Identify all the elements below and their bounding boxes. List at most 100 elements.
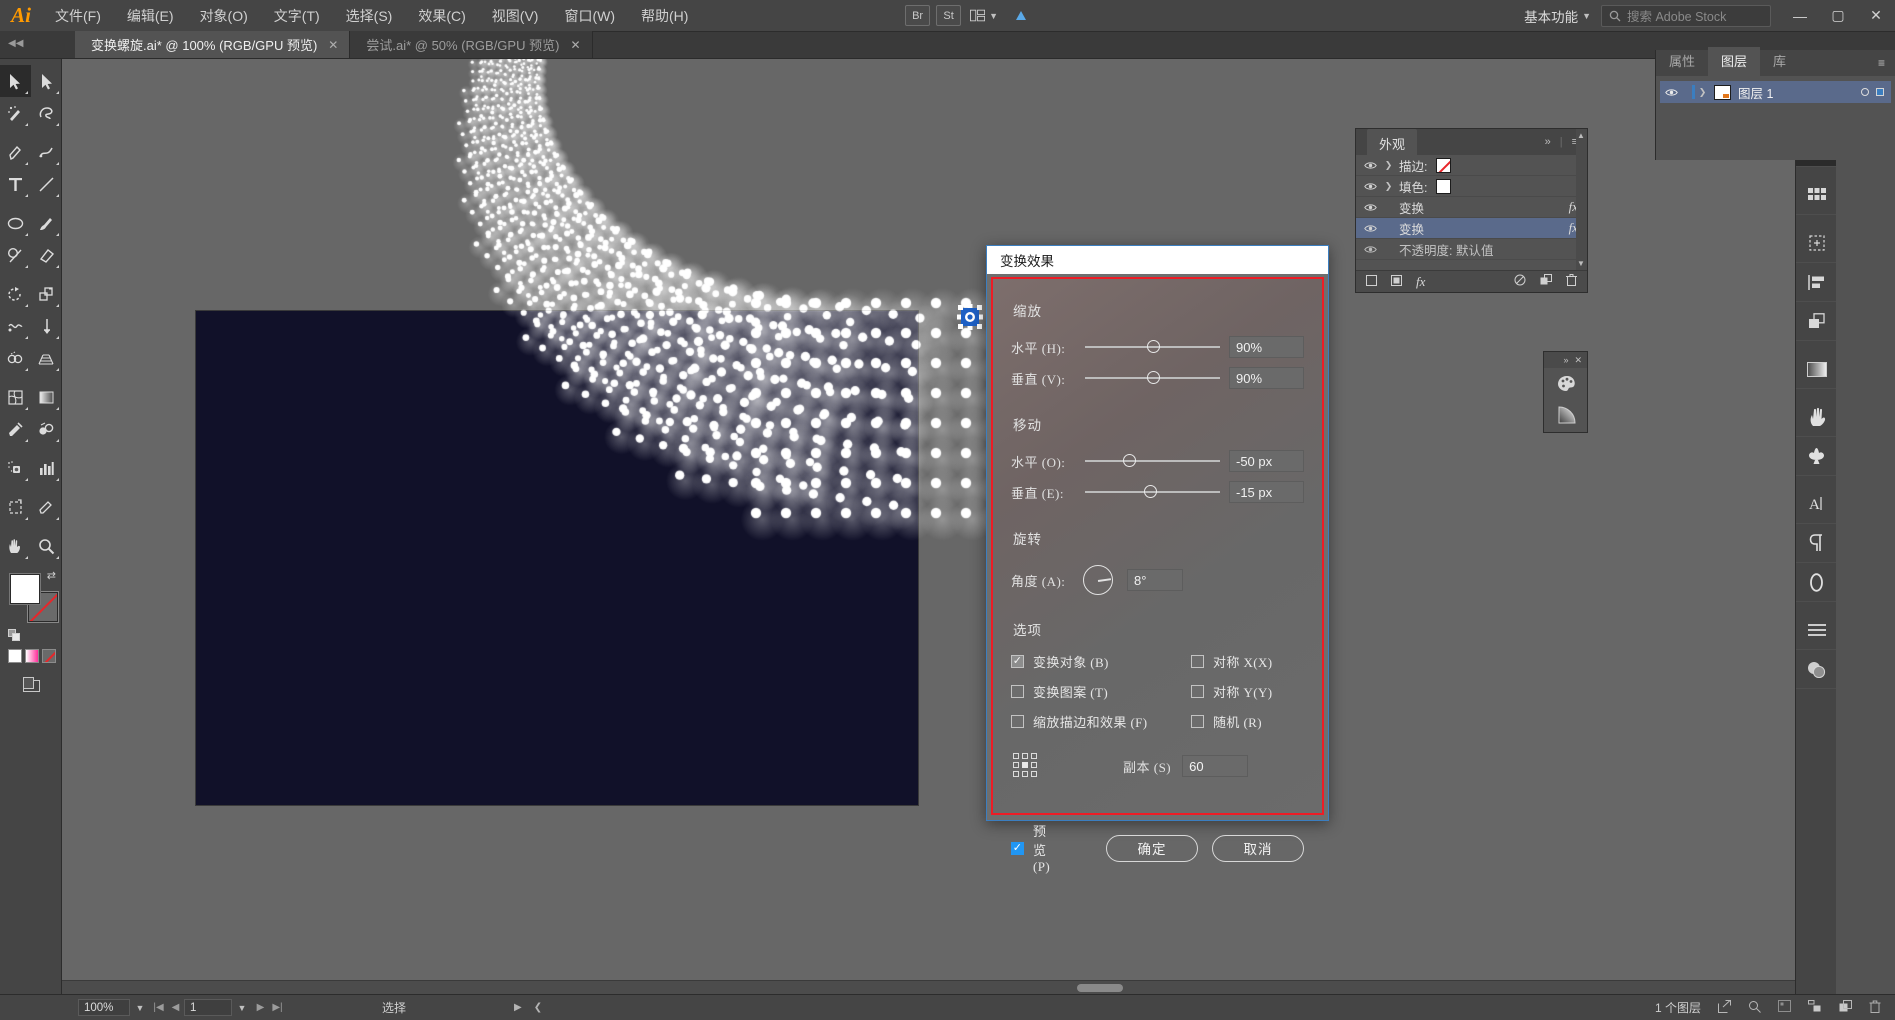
rotate-tool[interactable]: [0, 278, 31, 310]
color-gradient-mini-panel[interactable]: » ✕: [1543, 351, 1588, 433]
add-new-effect-icon[interactable]: fx: [1416, 274, 1425, 290]
visibility-eye-icon[interactable]: [1359, 224, 1381, 233]
expand-arrow-icon[interactable]: ❯: [1381, 181, 1396, 192]
move-slider-2[interactable]: [1085, 482, 1220, 502]
opacity-icon[interactable]: [1796, 563, 1837, 602]
perspective-grid-tool[interactable]: [31, 342, 62, 374]
close-tab-icon[interactable]: ✕: [328, 38, 338, 52]
artboard-dropdown-icon[interactable]: ▼: [232, 1003, 252, 1013]
visibility-eye-icon[interactable]: [1359, 182, 1381, 191]
appearance-row-4[interactable]: 变换 fx: [1356, 218, 1587, 239]
color-palette-icon[interactable]: [1544, 368, 1589, 399]
align-icon[interactable]: [1796, 263, 1837, 302]
menu-1[interactable]: 文件(F): [42, 0, 114, 32]
gradient-icon[interactable]: [1544, 399, 1589, 430]
document-tab-2[interactable]: 尝试.ai* @ 50% (RGB/GPU 预览) ✕: [350, 31, 593, 58]
copies-input[interactable]: 60: [1182, 755, 1249, 777]
symbol-sprayer-tool[interactable]: [0, 452, 31, 484]
move-input-2[interactable]: -15 px: [1229, 481, 1304, 503]
appearance-scrollbar[interactable]: ▲ ▼: [1576, 129, 1587, 292]
preview-checkbox-row[interactable]: 预览 (P): [1011, 821, 1054, 875]
fill-swatch[interactable]: [1436, 178, 1452, 194]
free-transform-tool[interactable]: [31, 310, 62, 342]
checkbox-box[interactable]: [1011, 685, 1024, 698]
mini-collapse-icon[interactable]: »: [1563, 355, 1568, 365]
document-tab-1[interactable]: 变换螺旋.ai* @ 100% (RGB/GPU 预览) ✕: [75, 31, 351, 58]
checkbox-box[interactable]: [1191, 715, 1204, 728]
checkbox-box[interactable]: [1011, 655, 1024, 668]
prev-page-icon[interactable]: ◀: [167, 1002, 184, 1013]
layer-expand-arrow-icon[interactable]: ❯: [1695, 87, 1710, 98]
magic-wand-tool[interactable]: [0, 97, 31, 129]
layer-visibility-icon[interactable]: [1660, 88, 1682, 97]
ok-button[interactable]: 确定: [1106, 834, 1198, 862]
move-input-1[interactable]: -50 px: [1229, 450, 1304, 472]
checkbox-box[interactable]: [1011, 715, 1024, 728]
duplicate-item-icon[interactable]: [1540, 274, 1552, 289]
minimize-button[interactable]: —: [1781, 0, 1819, 32]
arrange-documents-icon[interactable]: ▼: [970, 4, 998, 28]
menu-2[interactable]: 编辑(E): [114, 0, 187, 32]
layers-panel[interactable]: 属性 图层库 ≡ ❯ 图层 1: [1655, 47, 1895, 160]
eraser-tool[interactable]: [31, 239, 62, 271]
curvature-tool[interactable]: [31, 136, 62, 168]
eyedropper-tool[interactable]: [0, 413, 31, 445]
expand-arrow-icon[interactable]: ❯: [1381, 160, 1396, 171]
menu-3[interactable]: 对象(O): [187, 0, 261, 32]
transform-effect-dialog[interactable]: 变换效果 缩放 水平 (H): 90% 垂直 (V): 90% 移动 水平 (O): -…: [986, 245, 1329, 874]
transparency-icon[interactable]: [1796, 650, 1837, 689]
direct-selection-tool[interactable]: [31, 65, 62, 97]
tab-libraries[interactable]: 库: [1760, 47, 1799, 76]
appearance-row-5[interactable]: 不透明度: 默认值: [1356, 239, 1587, 260]
preview-checkbox[interactable]: [1011, 841, 1024, 855]
align-panel-icon[interactable]: [1796, 611, 1837, 650]
last-page-icon[interactable]: ▶|: [269, 1002, 286, 1013]
move-slider-1[interactable]: [1085, 451, 1220, 471]
color-mode-gradient[interactable]: [25, 649, 39, 663]
paragraph-icon[interactable]: [1796, 524, 1837, 563]
layers-panel-menu-icon[interactable]: ≡: [1868, 52, 1895, 76]
shaper-tool[interactable]: [0, 239, 31, 271]
status-resize-icon[interactable]: ❮: [534, 1002, 542, 1013]
screen-mode-button[interactable]: [0, 677, 62, 692]
transform-origin-widget-icon[interactable]: [957, 304, 983, 330]
bridge-icon[interactable]: Br: [905, 5, 931, 26]
find-icon[interactable]: [1748, 1000, 1761, 1016]
option-checkbox-right-1[interactable]: 对称 X(X): [1191, 652, 1304, 671]
color-mode-color[interactable]: [8, 649, 22, 663]
zoom-tool[interactable]: [31, 530, 62, 562]
shape-builder-tool[interactable]: [0, 342, 31, 374]
layer-selection-icon[interactable]: [1876, 88, 1884, 96]
close-button[interactable]: ✕: [1857, 0, 1895, 32]
gradient-panel-icon[interactable]: [1796, 350, 1837, 389]
artboard-number-input[interactable]: 1: [184, 999, 232, 1016]
selection-tool[interactable]: [0, 65, 31, 97]
appearance-row-2[interactable]: ❯ 填色:: [1356, 176, 1587, 197]
first-page-icon[interactable]: |◀: [150, 1002, 167, 1013]
checkbox-box[interactable]: [1191, 685, 1204, 698]
angle-input[interactable]: 8°: [1127, 569, 1183, 591]
scale-input-2[interactable]: 90%: [1229, 367, 1304, 389]
tab-properties[interactable]: 属性: [1656, 47, 1708, 76]
next-page-icon[interactable]: ▶: [252, 1002, 269, 1013]
scale-slider-1[interactable]: [1085, 337, 1220, 357]
angle-dial[interactable]: [1083, 565, 1113, 595]
swap-fill-stroke-icon[interactable]: ⇄: [47, 569, 56, 582]
visibility-eye-icon[interactable]: [1359, 161, 1381, 170]
tab-layers[interactable]: 图层: [1708, 47, 1761, 76]
add-new-stroke-icon[interactable]: [1366, 274, 1377, 289]
layer-target-icon[interactable]: [1861, 88, 1869, 96]
stock-search-box[interactable]: 搜索 Adobe Stock: [1601, 4, 1771, 27]
menu-8[interactable]: 窗口(W): [551, 0, 628, 32]
transform-icon[interactable]: [1796, 224, 1837, 263]
artboard[interactable]: [195, 310, 919, 806]
layer-row-1[interactable]: ❯ 图层 1: [1660, 81, 1891, 103]
canvas-area[interactable]: ▼ ▶: [62, 59, 1895, 1009]
symbols-icon[interactable]: [1796, 437, 1837, 476]
artboard-tool[interactable]: [0, 491, 31, 523]
delete-layer-icon[interactable]: [1869, 1000, 1881, 1016]
horizontal-scrollbar[interactable]: ▶: [62, 980, 1881, 994]
fill-color-swatch[interactable]: [10, 574, 40, 604]
stroke-swatch[interactable]: [1436, 157, 1452, 173]
type-tool[interactable]: [0, 168, 31, 200]
